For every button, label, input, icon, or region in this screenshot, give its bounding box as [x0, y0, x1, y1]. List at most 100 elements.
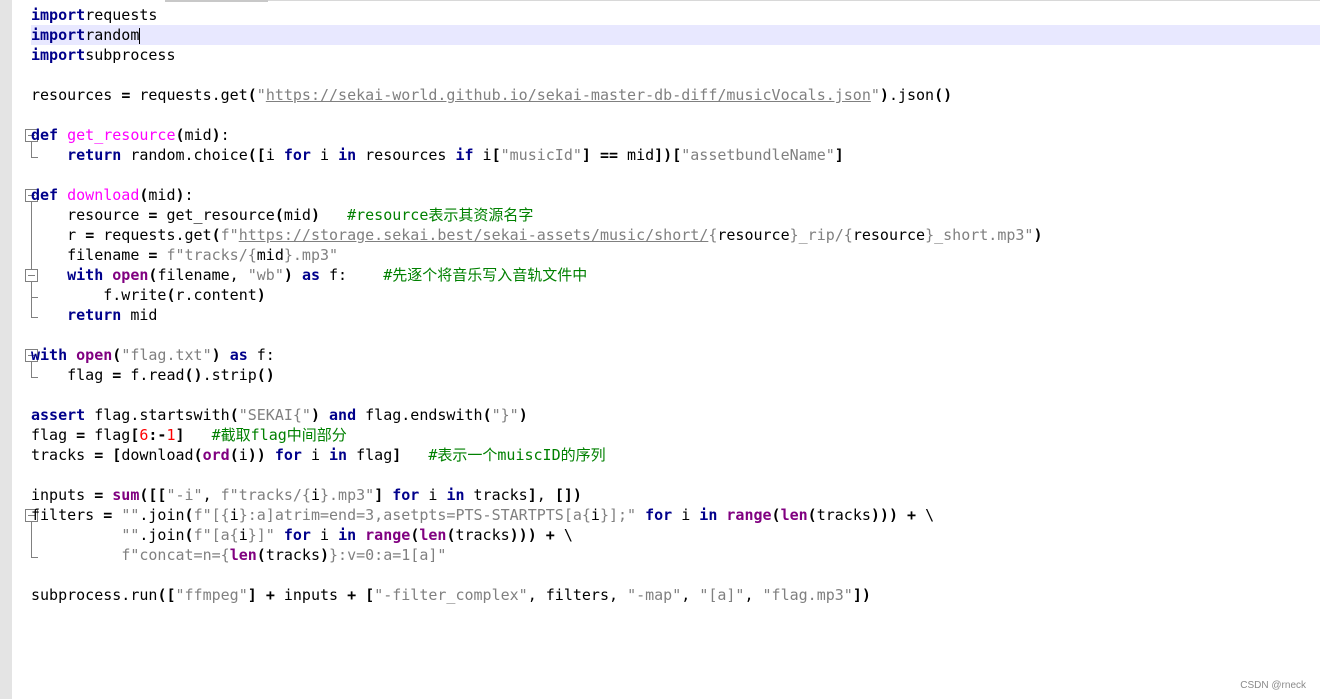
code-line[interactable]: filters = "".join(f"[{i}:a]atrim=end=3,a… — [31, 505, 1320, 525]
code-token: ] — [834, 146, 844, 164]
code-token: }.mp3" — [320, 486, 375, 504]
code-token: ))) — [509, 526, 537, 544]
code-token: .join — [139, 526, 185, 544]
code-token: ) — [175, 186, 185, 204]
code-token: f" — [220, 226, 239, 244]
code-line[interactable]: with open(filename, "wb") as f: #先逐个将音乐写… — [31, 265, 1320, 285]
code-line[interactable]: r = requests.get(f"https://storage.sekai… — [31, 225, 1320, 245]
code-token: " — [870, 86, 880, 104]
watermark: CSDN @rneck — [1240, 680, 1306, 691]
code-line[interactable]: importrequests — [31, 5, 1320, 25]
code-line[interactable]: return random.choice([i for i in resourc… — [31, 145, 1320, 165]
code-token: import — [31, 6, 86, 24]
code-token: = — [121, 86, 131, 104]
code-token: flag.endswith — [356, 406, 483, 424]
line-number-margin — [0, 0, 12, 699]
code-token: len — [229, 546, 257, 564]
code-token: for — [392, 486, 420, 504]
code-token: subprocess.run — [31, 586, 158, 604]
code-line[interactable] — [31, 65, 1320, 85]
code-token: ( — [229, 446, 239, 464]
code-token: for — [274, 446, 302, 464]
code-token: import — [31, 46, 86, 64]
code-line[interactable]: importsubprocess — [31, 45, 1320, 65]
code-token: ( — [256, 546, 266, 564]
code-line[interactable] — [31, 165, 1320, 185]
code-line[interactable]: def download(mid): — [31, 185, 1320, 205]
code-token: get_resource — [67, 126, 176, 144]
code-line[interactable]: filename = f"tracks/{mid}.mp3" — [31, 245, 1320, 265]
code-line[interactable]: def get_resource(mid): — [31, 125, 1320, 145]
code-token: with — [31, 346, 68, 364]
code-token: flag — [31, 366, 113, 384]
code-token: ) — [211, 346, 221, 364]
code-token: [ — [112, 446, 122, 464]
code-line[interactable]: with open("flag.txt") as f: — [31, 345, 1320, 365]
code-token: mid — [283, 206, 311, 224]
code-token: i — [238, 526, 248, 544]
code-line[interactable]: tracks = [download(ord(i)) for i in flag… — [31, 445, 1320, 465]
code-line[interactable] — [31, 385, 1320, 405]
code-line[interactable]: resource = get_resource(mid) #resource表示… — [31, 205, 1320, 225]
text-caret — [139, 27, 141, 44]
code-line[interactable]: return mid — [31, 305, 1320, 325]
code-token: flag — [347, 446, 393, 464]
code-line[interactable]: f"concat=n={len(tracks)}:v=0:a=1[a]" — [31, 545, 1320, 565]
code-token: }];" — [599, 506, 637, 524]
code-line[interactable]: inputs = sum([["-i", f"tracks/{i}.mp3"] … — [31, 485, 1320, 505]
code-editor[interactable]: importrequests importrandom importsubproce… — [31, 5, 1320, 605]
code-line[interactable] — [31, 105, 1320, 125]
code-token: : — [184, 186, 194, 204]
code-token: in — [329, 446, 348, 464]
code-token: "SEKAI{" — [238, 406, 311, 424]
code-line[interactable] — [31, 465, 1320, 485]
code-line[interactable]: assert flag.startswith("SEKAI{") and fla… — [31, 405, 1320, 425]
code-token: ( — [247, 86, 257, 104]
code-token: ] — [527, 486, 537, 504]
code-token: import — [31, 26, 86, 44]
code-line[interactable] — [31, 325, 1320, 345]
code-token: random.choice — [121, 146, 248, 164]
code-token: + — [907, 506, 917, 524]
code-line[interactable]: importrandom — [31, 25, 1320, 45]
code-token: for — [283, 146, 311, 164]
code-token: def — [31, 186, 59, 204]
code-token: ( — [482, 406, 492, 424]
code-token: "-map" — [627, 586, 682, 604]
code-line[interactable]: resources = requests.get("https://sekai-… — [31, 85, 1320, 105]
code-token: " — [256, 86, 266, 104]
code-line[interactable] — [31, 565, 1320, 585]
code-token: resource — [31, 206, 149, 224]
code-line[interactable]: flag = flag[6:-1] #截取flag中间部分 — [31, 425, 1320, 445]
code-line[interactable]: f.write(r.content) — [31, 285, 1320, 305]
code-token: i — [310, 486, 320, 504]
active-tab-edge[interactable] — [165, 0, 268, 2]
code-line[interactable]: "".join(f"[a{i}]" for i in range(len(tra… — [31, 525, 1320, 545]
code-token: flag — [31, 426, 77, 444]
code-token: , — [681, 586, 700, 604]
code-token: def — [31, 126, 59, 144]
code-token: , — [202, 486, 221, 504]
code-line[interactable]: flag = f.read().strip() — [31, 365, 1320, 385]
code-token: f"tracks/{ — [166, 246, 257, 264]
code-token: return — [67, 306, 122, 324]
code-token: () — [256, 366, 275, 384]
code-token: requests.get — [130, 86, 248, 104]
code-token: "[a]" — [699, 586, 745, 604]
code-token: () — [184, 366, 203, 384]
code-token: ) — [1033, 226, 1043, 244]
code-line[interactable]: subprocess.run(["ffmpeg"] + inputs + ["-… — [31, 585, 1320, 605]
code-token: in — [338, 526, 357, 544]
code-token: ) — [283, 266, 293, 284]
code-token: "wb" — [247, 266, 284, 284]
